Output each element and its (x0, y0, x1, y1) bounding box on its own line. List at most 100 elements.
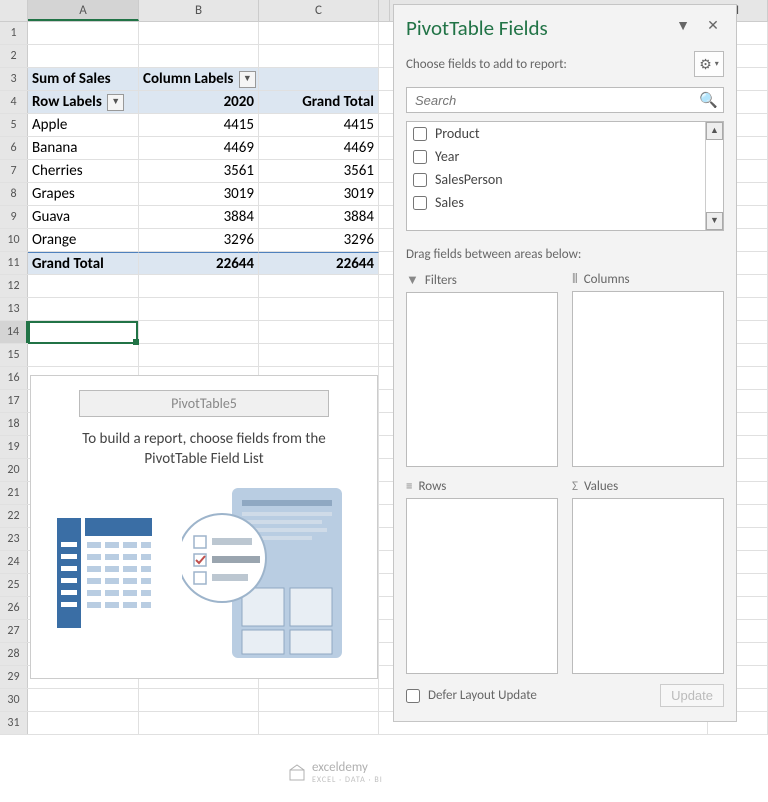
cell-c10[interactable]: 3296 (259, 229, 379, 251)
cell-a30[interactable] (28, 689, 139, 711)
col-header-c[interactable]: C (259, 0, 379, 21)
cell-a9[interactable]: Guava (28, 206, 139, 228)
field-scrollbar[interactable]: ▲ ▼ (705, 122, 723, 230)
row-header-25[interactable]: 25 (0, 574, 28, 596)
rows-dropzone[interactable] (406, 498, 558, 674)
row-header-9[interactable]: 9 (0, 206, 28, 228)
row-header-19[interactable]: 19 (0, 436, 28, 458)
scroll-up-icon[interactable]: ▲ (706, 122, 723, 140)
row-header-29[interactable]: 29 (0, 666, 28, 688)
close-icon[interactable]: ✕ (702, 17, 724, 39)
cell-b8[interactable]: 3019 (139, 183, 259, 205)
cell-a14[interactable] (28, 321, 139, 343)
col-header-b[interactable]: B (139, 0, 259, 21)
cell-b6[interactable]: 4469 (139, 137, 259, 159)
row-header-14[interactable]: 14 (0, 321, 28, 343)
cell-a3[interactable]: Sum of Sales (28, 68, 139, 90)
cell-a4[interactable]: Row Labels ▼ (28, 91, 139, 113)
field-product-checkbox[interactable] (413, 127, 427, 141)
col-header-a[interactable]: A (28, 0, 139, 21)
cell-a15[interactable] (28, 344, 139, 366)
cell-b7[interactable]: 3561 (139, 160, 259, 182)
cell-c3[interactable] (259, 68, 379, 90)
row-header-22[interactable]: 22 (0, 505, 28, 527)
row-header-23[interactable]: 23 (0, 528, 28, 550)
select-all-corner[interactable] (0, 0, 28, 21)
field-product[interactable]: Product (407, 122, 723, 145)
cell-c9[interactable]: 3884 (259, 206, 379, 228)
cell-c7[interactable]: 3561 (259, 160, 379, 182)
column-labels-dropdown[interactable]: ▼ (239, 71, 256, 88)
row-header-4[interactable]: 4 (0, 91, 28, 113)
field-year[interactable]: Year (407, 145, 723, 168)
row-header-18[interactable]: 18 (0, 413, 28, 435)
search-input[interactable] (406, 87, 724, 113)
row-header-20[interactable]: 20 (0, 459, 28, 481)
gear-icon[interactable]: ⚙ (694, 51, 724, 77)
cell-c6[interactable]: 4469 (259, 137, 379, 159)
scroll-down-icon[interactable]: ▼ (706, 212, 723, 230)
cell-a7[interactable]: Cherries (28, 160, 139, 182)
row-labels-dropdown[interactable]: ▼ (107, 94, 124, 111)
col-header-d-edge[interactable] (379, 0, 390, 21)
row-header-28[interactable]: 28 (0, 643, 28, 665)
cell-a11[interactable]: Grand Total (28, 252, 139, 274)
filters-dropzone[interactable] (406, 292, 558, 467)
cell-b11[interactable]: 22644 (139, 252, 259, 274)
cell-c1[interactable] (259, 22, 379, 44)
cell-c12[interactable] (259, 275, 379, 297)
cell-a13[interactable] (28, 298, 139, 320)
cell-b2[interactable] (139, 45, 259, 67)
row-header-11[interactable]: 11 (0, 252, 28, 274)
cell-b14[interactable] (139, 321, 259, 343)
row-header-13[interactable]: 13 (0, 298, 28, 320)
cell-b5[interactable]: 4415 (139, 114, 259, 136)
cell-c8[interactable]: 3019 (259, 183, 379, 205)
cell-a10[interactable]: Orange (28, 229, 139, 251)
row-header-5[interactable]: 5 (0, 114, 28, 136)
field-year-checkbox[interactable] (413, 150, 427, 164)
cell-a5[interactable]: Apple (28, 114, 139, 136)
cell-a12[interactable] (28, 275, 139, 297)
cell-a6[interactable]: Banana (28, 137, 139, 159)
defer-checkbox[interactable] (406, 689, 420, 703)
field-sales-checkbox[interactable] (413, 196, 427, 210)
row-header-1[interactable]: 1 (0, 22, 28, 44)
row-header-8[interactable]: 8 (0, 183, 28, 205)
field-salesperson-checkbox[interactable] (413, 173, 427, 187)
columns-dropzone[interactable] (572, 291, 724, 467)
row-header-2[interactable]: 2 (0, 45, 28, 67)
cell-c13[interactable] (259, 298, 379, 320)
cell-b13[interactable] (139, 298, 259, 320)
cell-a31[interactable] (28, 712, 139, 734)
field-salesperson[interactable]: SalesPerson (407, 168, 723, 191)
cell-c30[interactable] (259, 689, 379, 711)
row-header-7[interactable]: 7 (0, 160, 28, 182)
row-header-24[interactable]: 24 (0, 551, 28, 573)
row-header-17[interactable]: 17 (0, 390, 28, 412)
scroll-track[interactable] (706, 140, 723, 212)
cell-c15[interactable] (259, 344, 379, 366)
cell-b1[interactable] (139, 22, 259, 44)
cell-c5[interactable]: 4415 (259, 114, 379, 136)
row-header-26[interactable]: 26 (0, 597, 28, 619)
row-header-31[interactable]: 31 (0, 712, 28, 734)
cell-b30[interactable] (139, 689, 259, 711)
pane-dropdown-icon[interactable]: ▼ (672, 17, 694, 39)
cell-c31[interactable] (259, 712, 379, 734)
cell-b10[interactable]: 3296 (139, 229, 259, 251)
cell-c4[interactable]: Grand Total (259, 91, 379, 113)
row-header-30[interactable]: 30 (0, 689, 28, 711)
row-header-15[interactable]: 15 (0, 344, 28, 366)
update-button[interactable]: Update (660, 684, 724, 707)
cell-b12[interactable] (139, 275, 259, 297)
row-header-6[interactable]: 6 (0, 137, 28, 159)
field-sales[interactable]: Sales (407, 191, 723, 214)
row-header-10[interactable]: 10 (0, 229, 28, 251)
cell-b15[interactable] (139, 344, 259, 366)
cell-c11[interactable]: 22644 (259, 252, 379, 274)
row-header-3[interactable]: 3 (0, 68, 28, 90)
cell-b9[interactable]: 3884 (139, 206, 259, 228)
row-header-21[interactable]: 21 (0, 482, 28, 504)
cell-c14[interactable] (259, 321, 379, 343)
